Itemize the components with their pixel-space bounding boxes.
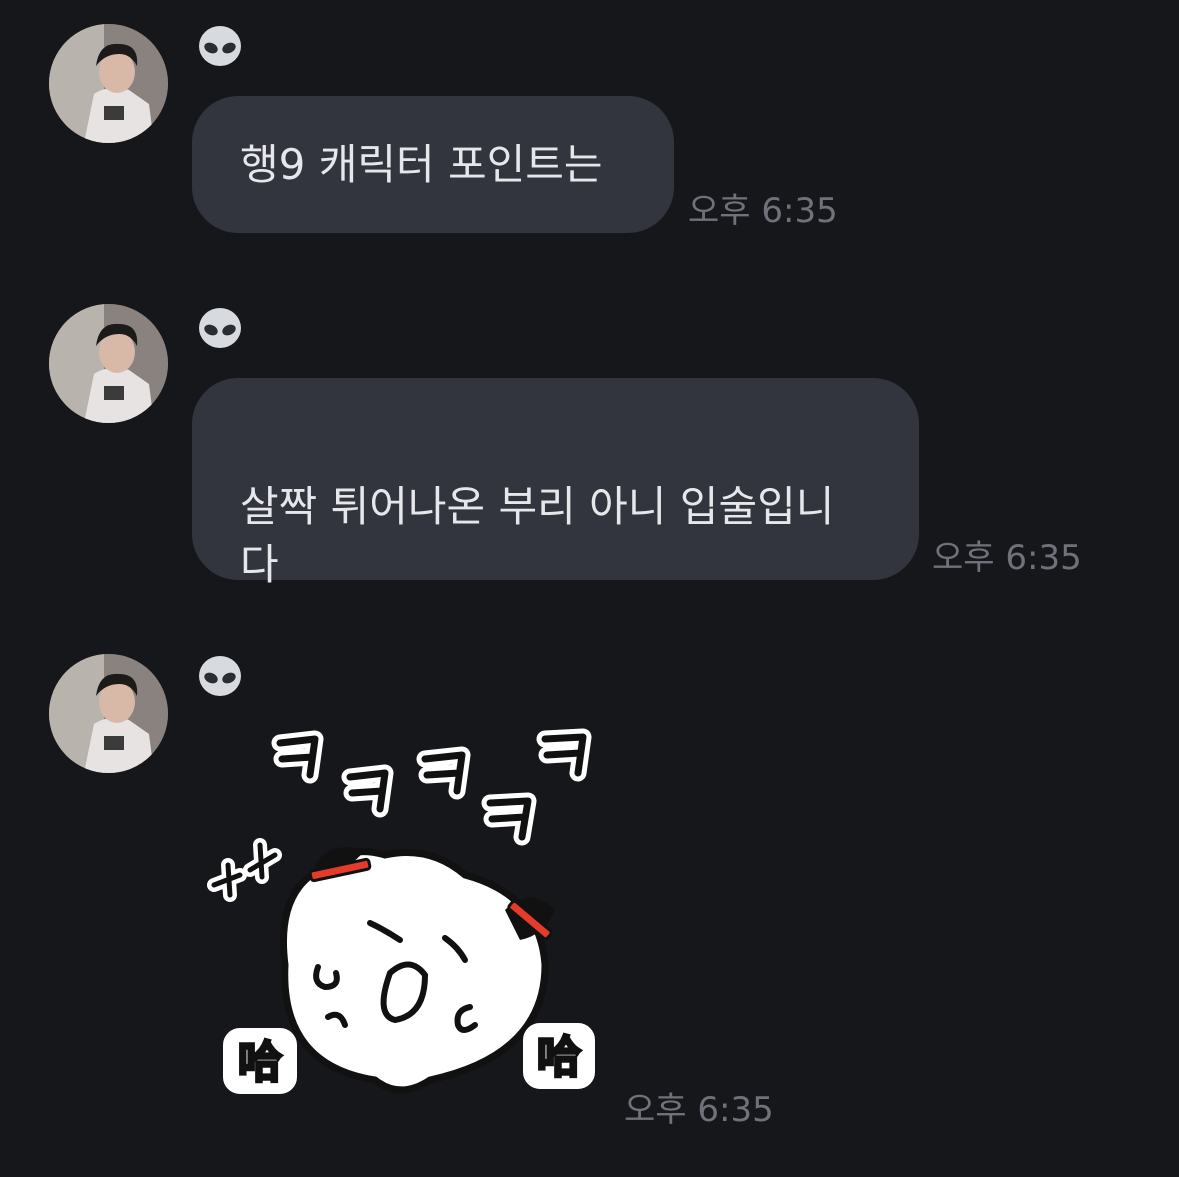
sticker-char: 哈 xyxy=(537,1032,581,1083)
avatar[interactable] xyxy=(49,304,168,423)
avatar[interactable] xyxy=(49,24,168,143)
sender-alien-icon xyxy=(195,24,245,72)
laughing-dumpling-sticker[interactable]: 哈 哈 xyxy=(200,725,600,1110)
message-text: 행9 캐릭터 포인트는 xyxy=(240,140,603,189)
sender-alien-icon xyxy=(195,654,245,702)
timestamp: 오후 6:35 xyxy=(688,191,838,231)
timestamp: 오후 6:35 xyxy=(624,1090,774,1130)
message-text: 살짝 튀어나온 부리 아니 입술입니 다 xyxy=(240,482,835,589)
sender-alien-icon xyxy=(195,306,245,354)
avatar[interactable] xyxy=(49,654,168,773)
timestamp: 오후 6:35 xyxy=(932,538,1082,578)
message-bubble[interactable]: 행9 캐릭터 포인트는 xyxy=(192,96,674,233)
message-bubble[interactable]: 살짝 튀어나온 부리 아니 입술입니 다 xyxy=(192,378,919,589)
sticker-char: 哈 xyxy=(238,1037,282,1088)
chat-view: 행9 캐릭터 포인트는 오후 6:35 살짝 튀어나온 부리 아니 입술입니 다… xyxy=(0,0,1179,1177)
